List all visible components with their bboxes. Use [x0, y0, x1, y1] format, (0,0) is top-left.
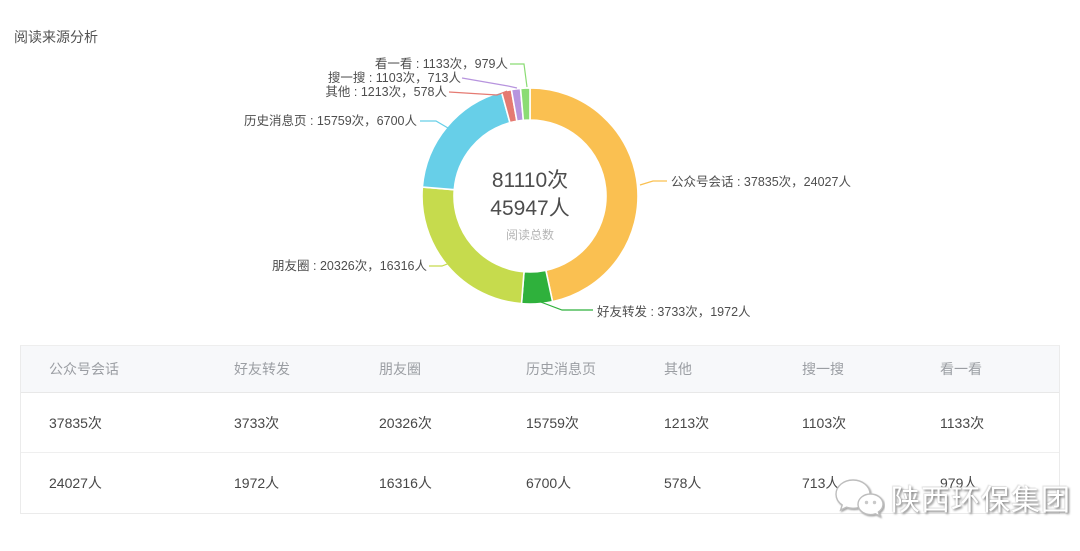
watermark-text: 陕西环保集团 [891, 477, 1071, 519]
pie-label-history-page: 历史消息页 : 15759次，6700人 [244, 113, 417, 129]
pie-label-official-account-chat: 公众号会话 : 37835次，24027人 [671, 174, 851, 190]
table-header-top-stories: 看一看 [912, 359, 1059, 379]
table-row-reads: 37835次 3733次 20326次 15759次 1213次 1103次 1… [21, 393, 1059, 453]
watermark: 陕西环保集团 [833, 472, 1071, 524]
center-caption: 阅读总数 [430, 225, 630, 245]
table-header-search: 搜一搜 [774, 359, 912, 379]
wechat-bubbles-icon [833, 472, 885, 524]
pie-label-top-stories: 看一看 : 1133次，979人 [375, 56, 508, 72]
table-cell-reads-top-stories: 1133次 [912, 413, 1059, 433]
table-header-friend-forward: 好友转发 [206, 359, 351, 379]
table-cell-reads-friend-forward: 3733次 [206, 413, 351, 433]
table-cell-readers-other: 578人 [636, 473, 774, 493]
analytics-page: 阅读来源分析 公众号会话 : 37835次，24027人 好友转发 : 3733… [0, 0, 1080, 551]
pie-leader-history-page [420, 121, 448, 128]
table-cell-reads-history-page: 15759次 [498, 413, 636, 433]
table-cell-reads-search: 1103次 [774, 413, 912, 433]
pie-leader-top-stories [510, 64, 527, 87]
pie-leader-official-account-chat [640, 181, 667, 185]
table-header-row: 公众号会话 好友转发 朋友圈 历史消息页 其他 搜一搜 看一看 [21, 346, 1059, 393]
table-cell-reads-other: 1213次 [636, 413, 774, 433]
table-header-history-page: 历史消息页 [498, 359, 636, 379]
table-header-official-account-chat: 公众号会话 [21, 359, 206, 379]
table-cell-readers-moments: 16316人 [351, 473, 498, 493]
table-header-moments: 朋友圈 [351, 359, 498, 379]
table-cell-reads-moments: 20326次 [351, 413, 498, 433]
pie-label-friend-forward: 好友转发 : 3733次，1972人 [597, 304, 751, 320]
table-cell-readers-friend-forward: 1972人 [206, 473, 351, 493]
total-reads: 81110次 [430, 167, 630, 195]
donut-center-label: 81110次 45947人 阅读总数 [430, 167, 630, 245]
table-cell-readers-history-page: 6700人 [498, 473, 636, 493]
pie-label-search: 搜一搜 : 1103次，713人 [328, 70, 461, 86]
table-header-other: 其他 [636, 359, 774, 379]
table-cell-reads-official-account-chat: 37835次 [21, 413, 206, 433]
pie-label-other: 其他 : 1213次，578人 [325, 84, 447, 100]
pie-leader-search [462, 78, 517, 88]
total-readers: 45947人 [430, 195, 630, 223]
pie-label-moments: 朋友圈 : 20326次，16316人 [272, 258, 427, 274]
table-cell-readers-official-account-chat: 24027人 [21, 473, 206, 493]
